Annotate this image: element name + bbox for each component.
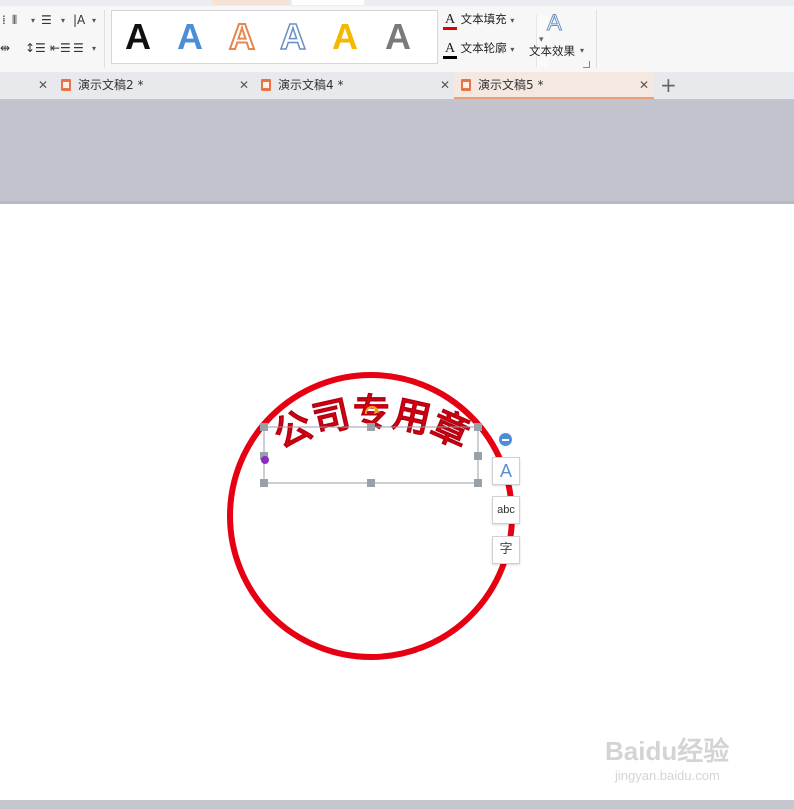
status-strip xyxy=(0,800,794,809)
collapse-icon[interactable] xyxy=(499,433,512,446)
style-icon: A xyxy=(499,461,512,481)
abc-icon: abc xyxy=(497,504,515,516)
shape-style-button[interactable]: A xyxy=(492,457,520,485)
font-settings-button[interactable]: 字 xyxy=(492,536,520,564)
shape-adjust-handle[interactable] xyxy=(261,456,269,464)
baidu-watermark: Baidu经验 jingyan.baidu.com xyxy=(605,720,755,790)
text-format-button[interactable]: abc xyxy=(492,496,520,524)
font-icon: 字 xyxy=(499,542,513,557)
watermark-url: jingyan.baidu.com xyxy=(615,768,720,783)
seal-drawing: 公司专用章 xyxy=(227,372,515,660)
watermark-brand: Baidu经验 xyxy=(605,736,730,766)
